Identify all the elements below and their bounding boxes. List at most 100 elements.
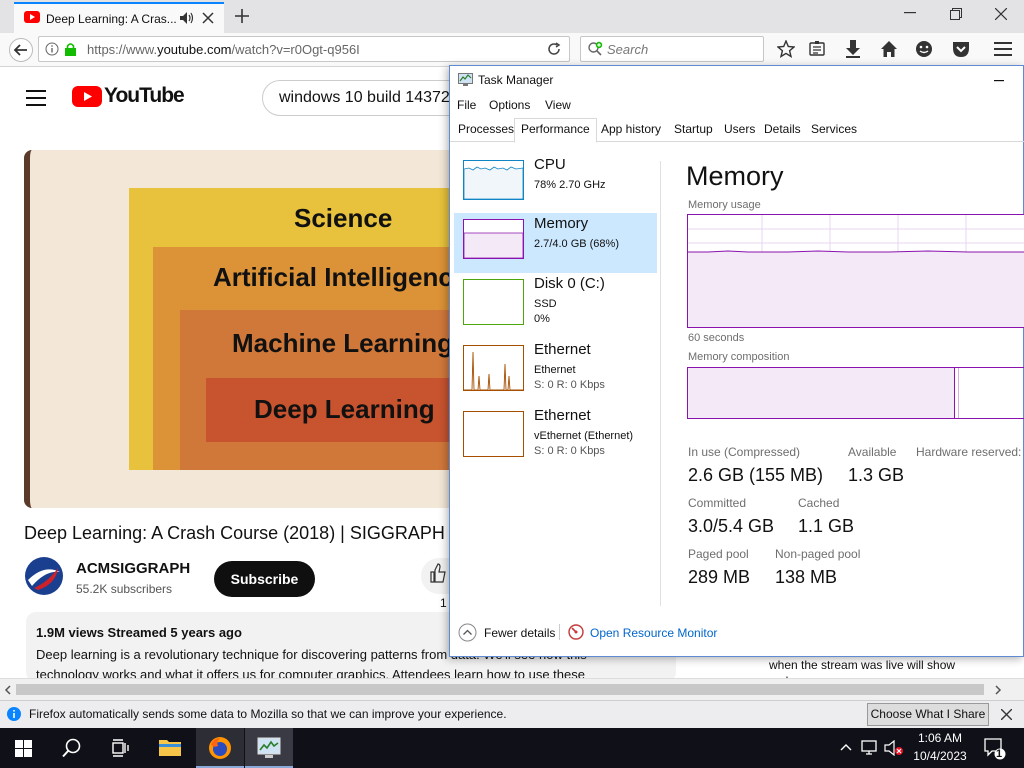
tray-chevron-up-icon[interactable]: [840, 743, 852, 751]
notification-close-icon[interactable]: [1001, 709, 1012, 720]
close-window-icon[interactable]: [995, 8, 1007, 20]
speaker-icon[interactable]: [179, 11, 195, 25]
resource-cpu[interactable]: CPU 78% 2.70 GHz: [454, 154, 657, 214]
info-circle-icon: [7, 707, 21, 721]
menu-view[interactable]: View: [545, 98, 571, 112]
task-view-icon[interactable]: [111, 739, 129, 757]
start-windows-icon[interactable]: [15, 740, 32, 757]
tab-users[interactable]: Users: [724, 122, 755, 136]
resource-disk[interactable]: Disk 0 (C:) SSD 0%: [454, 273, 657, 333]
pocket-icon[interactable]: [952, 40, 970, 58]
menu-options[interactable]: Options: [489, 98, 530, 112]
tab-details[interactable]: Details: [764, 122, 801, 136]
volume-muted-icon[interactable]: [884, 740, 904, 756]
url-bar[interactable]: https://www.youtube.com/watch?v=r0Ogt-q9…: [38, 36, 570, 62]
home-icon[interactable]: [880, 40, 898, 58]
youtube-logo-text[interactable]: YouTube: [104, 84, 185, 108]
video-label-ai: Artificial Intelligence: [213, 262, 450, 292]
resource-memory[interactable]: Memory 2.7/4.0 GB (68%): [454, 213, 657, 273]
tab-performance[interactable]: Performance: [514, 118, 597, 143]
browser-tab[interactable]: Deep Learning: A Cras...: [14, 2, 224, 33]
youtube-favicon-icon: [24, 11, 40, 23]
resource-ethernet-1-line2: S: 0 R: 0 Kbps: [534, 379, 605, 391]
tab-processes[interactable]: Processes: [458, 122, 514, 136]
memory-heading: Memory: [686, 161, 784, 191]
restore-icon[interactable]: [950, 8, 962, 20]
video-player[interactable]: Science Artificial Intelligence Machine …: [24, 150, 450, 508]
reload-icon[interactable]: [547, 42, 561, 56]
scroll-right-icon[interactable]: [994, 685, 1002, 695]
resource-ethernet-1[interactable]: Ethernet Ethernet S: 0 R: 0 Kbps: [454, 339, 657, 399]
channel-avatar[interactable]: [24, 556, 64, 596]
new-tab-icon[interactable]: [235, 9, 249, 23]
firefox-taskbar-button[interactable]: [196, 728, 244, 768]
action-center-icon[interactable]: [984, 738, 1006, 760]
in-use-label: In use (Compressed): [688, 445, 801, 459]
firefox-icon: [208, 736, 232, 760]
menu-file[interactable]: File: [457, 98, 476, 112]
scrollbar-thumb[interactable]: [16, 684, 984, 695]
like-button[interactable]: [421, 558, 451, 594]
resource-disk-line2: 0%: [534, 313, 550, 325]
reading-list-icon[interactable]: [809, 41, 825, 57]
composition-in-use: [688, 368, 955, 418]
channel-name[interactable]: ACMSIGGRAPH: [76, 560, 190, 577]
subscribe-button[interactable]: Subscribe: [214, 561, 315, 597]
horizontal-scrollbar[interactable]: [0, 678, 1024, 700]
resource-cpu-line1: 78% 2.70 GHz: [534, 179, 606, 191]
tab-app-history[interactable]: App history: [601, 122, 661, 136]
non-paged-pool-label: Non-paged pool: [775, 547, 861, 561]
cpu-mini-graph: [463, 160, 524, 200]
committed-label: Committed: [688, 496, 747, 510]
cached-value: 1.1 GB: [798, 516, 855, 536]
channel-subscribers: 55.2K subscribers: [76, 582, 173, 596]
tab-services[interactable]: Services: [811, 122, 857, 136]
info-icon[interactable]: [45, 42, 59, 56]
resource-ethernet-2[interactable]: Ethernet vEthernet (Ethernet) S: 0 R: 0 …: [454, 405, 657, 465]
youtube-logo-icon[interactable]: [72, 86, 102, 107]
memory-composition-label: Memory composition: [688, 351, 790, 363]
fewer-details-chevron-icon[interactable]: [458, 623, 477, 642]
back-button[interactable]: [8, 38, 34, 62]
bookmark-star-icon[interactable]: [777, 40, 795, 58]
memory-usage-graph: [687, 214, 1024, 328]
resource-disk-name: Disk 0 (C:): [534, 275, 605, 292]
video-title: Deep Learning: A Crash Course (2018) | S…: [24, 523, 445, 543]
minimize-icon[interactable]: [904, 12, 916, 14]
search-box[interactable]: Search: [580, 36, 764, 62]
cached-label: Cached: [798, 496, 840, 510]
task-manager-taskbar-button[interactable]: [245, 728, 293, 768]
resource-ethernet-1-line1: Ethernet: [534, 364, 576, 376]
network-icon[interactable]: [861, 740, 879, 756]
close-tab-icon[interactable]: [202, 12, 214, 24]
video-label-science: Science: [294, 203, 393, 233]
menu-hamburger-icon[interactable]: [994, 42, 1012, 56]
yt-search-value: windows 10 build 14372: [279, 89, 450, 106]
task-manager-icon: [257, 737, 281, 759]
scroll-left-icon[interactable]: [4, 685, 12, 695]
open-resource-monitor-link[interactable]: Open Resource Monitor: [590, 626, 717, 640]
sync-face-icon[interactable]: [915, 40, 933, 58]
firefox-notification-bar: Firefox automatically sends some data to…: [0, 700, 1024, 728]
taskbar-search-icon[interactable]: [62, 738, 82, 758]
tm-minimize-icon[interactable]: [994, 80, 1004, 82]
resource-memory-name: Memory: [534, 215, 589, 232]
committed-value: 3.0/5.4 GB: [688, 516, 775, 536]
paged-pool-label: Paged pool: [688, 547, 749, 561]
clock-date[interactable]: 10/4/2023: [906, 749, 974, 763]
lock-icon: [65, 42, 76, 56]
clock-time[interactable]: 1:06 AM: [912, 731, 968, 745]
tab-startup[interactable]: Startup: [674, 122, 713, 136]
ethernet-mini-graph: [463, 345, 524, 391]
fewer-details-link[interactable]: Fewer details: [484, 626, 555, 640]
download-icon[interactable]: [845, 40, 861, 58]
file-explorer-icon[interactable]: [159, 737, 181, 757]
yt-search-input[interactable]: windows 10 build 14372: [262, 80, 462, 116]
choose-what-i-share-button[interactable]: Choose What I Share: [867, 703, 989, 726]
resource-ethernet-2-name: Ethernet: [534, 407, 591, 424]
hardware-reserved-label: Hardware reserved:: [916, 445, 1022, 459]
resource-ethernet-2-line1: vEthernet (Ethernet): [534, 430, 634, 442]
yt-menu-icon[interactable]: [26, 90, 46, 106]
available-value: 1.3 GB: [848, 465, 905, 485]
tm-tab-strip: Processes Performance App history Startu…: [450, 118, 1024, 143]
